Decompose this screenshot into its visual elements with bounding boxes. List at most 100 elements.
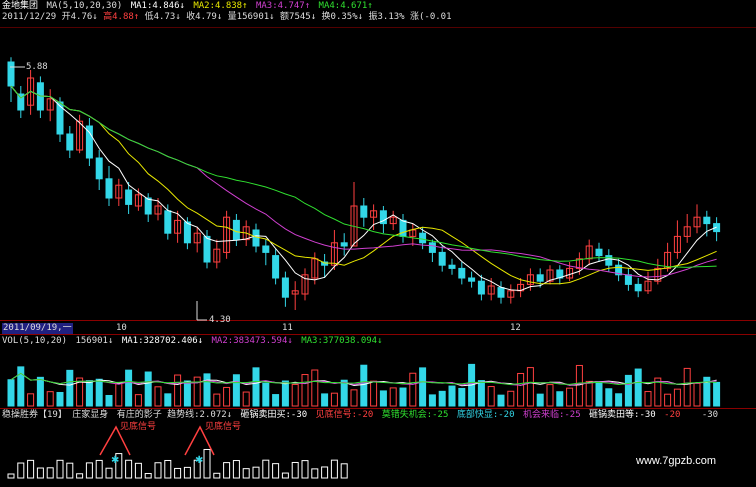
indicator-bar xyxy=(301,460,309,479)
volume-bar xyxy=(281,380,289,407)
indicator-bar xyxy=(311,468,319,479)
volume-bar xyxy=(389,387,397,407)
candle-body xyxy=(477,280,485,295)
indicator-bar xyxy=(262,459,270,479)
volume-bar xyxy=(507,390,515,407)
signal-star-1: ✱ xyxy=(111,455,119,466)
candle-body xyxy=(360,205,368,218)
volume-bar xyxy=(27,393,35,407)
volume-bar xyxy=(7,379,15,407)
volume-bar xyxy=(526,367,534,407)
candle-body xyxy=(340,242,348,247)
volume-bar xyxy=(154,386,162,407)
volume-bar xyxy=(321,393,329,407)
volume-bar xyxy=(36,376,44,407)
ma30-line xyxy=(10,85,717,268)
candle-body xyxy=(183,221,191,244)
indicator-bar xyxy=(76,473,84,479)
indicator-bar xyxy=(66,462,74,479)
volume-bar xyxy=(85,380,93,407)
volume-bars xyxy=(7,363,721,407)
candle-body xyxy=(7,61,15,87)
volume-bar xyxy=(252,367,260,407)
volume-bar xyxy=(585,380,593,407)
volume-bar xyxy=(174,374,182,407)
volume-bar xyxy=(232,374,240,407)
volume-bar xyxy=(448,385,456,407)
volume-bar xyxy=(213,393,221,407)
indicator-bar xyxy=(56,459,64,479)
indicator-bar xyxy=(46,467,54,479)
volume-bar xyxy=(644,391,652,407)
candle-body xyxy=(105,178,113,199)
signal-triangle-1 xyxy=(99,425,131,456)
kline-chart-canvas[interactable]: ✱ ✱ xyxy=(0,0,756,487)
volume-bar xyxy=(713,381,721,407)
volume-bar xyxy=(409,372,417,407)
indicator-bar xyxy=(85,462,93,479)
volume-bar xyxy=(370,380,378,407)
volume-bar xyxy=(379,390,387,407)
volume-bar xyxy=(203,373,211,407)
volume-bar xyxy=(624,374,632,407)
volume-bar xyxy=(419,367,427,407)
volume-bar xyxy=(350,389,358,407)
candle-body xyxy=(164,210,172,234)
volume-bar xyxy=(536,393,544,407)
volume-bar xyxy=(683,367,691,407)
volume-bar xyxy=(115,382,123,407)
indicator-bar xyxy=(154,462,162,479)
candle-body xyxy=(438,251,446,266)
indicator-bar xyxy=(203,448,211,479)
candle-body xyxy=(448,264,456,269)
volume-bar xyxy=(134,394,142,407)
indicator-bar xyxy=(242,468,250,479)
indicator-bar xyxy=(272,463,280,479)
volume-bar xyxy=(262,382,270,407)
indicator-bar xyxy=(134,462,142,479)
volume-bar xyxy=(399,387,407,407)
volume-bar xyxy=(56,391,64,407)
indicator-bar xyxy=(7,473,15,479)
indicator-bar xyxy=(27,459,35,479)
indicator-bar xyxy=(164,459,172,479)
volume-bar xyxy=(125,369,133,407)
indicator-bar xyxy=(281,472,289,479)
candle-body xyxy=(262,245,270,253)
candle-body xyxy=(281,277,289,298)
volume-bar xyxy=(105,394,113,407)
volume-bar xyxy=(66,369,74,407)
volume-bar xyxy=(575,364,583,407)
candle-body xyxy=(272,255,280,279)
indicator-bar xyxy=(223,462,231,479)
volume-bar xyxy=(311,369,319,407)
indicator-bar xyxy=(340,463,348,479)
volume-bar xyxy=(164,393,172,407)
candle-body xyxy=(536,274,544,282)
volume-bar xyxy=(615,393,623,407)
volume-bar xyxy=(664,393,672,407)
volume-bar xyxy=(301,374,309,407)
volume-bar xyxy=(497,394,505,407)
volume-bar xyxy=(428,394,436,407)
indicator-bar xyxy=(105,467,113,479)
volume-bar xyxy=(605,388,613,407)
volume-bar xyxy=(556,391,564,407)
volume-bar xyxy=(595,381,603,407)
candle-body xyxy=(458,267,466,279)
indicator-bar xyxy=(174,467,182,479)
candle-body xyxy=(497,287,505,298)
candle-body xyxy=(468,277,476,282)
volume-bar xyxy=(272,394,280,407)
candle-body xyxy=(419,232,427,244)
indicator-bar xyxy=(17,462,25,479)
indicator-bar xyxy=(321,466,329,479)
volume-bar xyxy=(634,368,642,407)
indicator-bar xyxy=(232,460,240,479)
candle-body xyxy=(605,255,613,266)
candle-body xyxy=(634,283,642,292)
volume-bar xyxy=(242,391,250,407)
volume-bar xyxy=(477,380,485,407)
indicator-bar xyxy=(252,466,260,479)
candle-body xyxy=(428,242,436,253)
